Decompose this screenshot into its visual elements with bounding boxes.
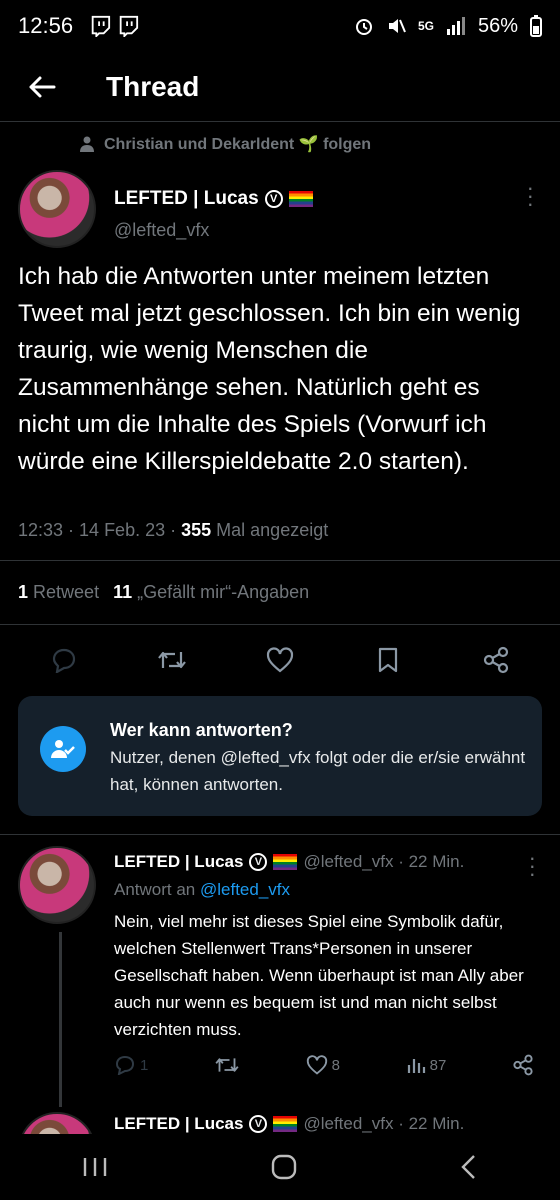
reply-text: Nein, viel mehr ist dieses Spiel eine Sy… [114,912,524,1039]
tweet-actions [0,640,560,680]
like-count: 8 [331,1056,340,1074]
bookmark-icon [378,647,398,673]
tweet-meta: 12:33 · 14 Feb. 23 · 355 Mal angezeigt [18,520,328,541]
person-icon [80,136,94,152]
view-count: 87 [429,1056,447,1074]
network-type: 5G [417,19,434,33]
who-can-reply-card: Wer kann antworten? Nutzer, denen @lefte… [18,696,542,816]
who-can-reply-text: Nutzer, denen @lefted_vfx folgt oder die… [110,748,526,794]
reply-actions: 1 8 87 [114,1054,534,1076]
top-app-bar: Thread [0,52,560,122]
clock: 12:56 [18,13,74,38]
alarm-icon [355,19,372,35]
tweet-author[interactable]: LEFTED | Lucas V @lefted_vfx [114,188,313,241]
main-tweet: LEFTED | Lucas V @lefted_vfx · · · Ich hab… [18,170,542,475]
reply-to-prefix: Antwort an [114,880,200,899]
social-context[interactable]: Christian und Dekarldent 🌱 folgen [80,134,371,154]
back-button[interactable] [22,67,62,107]
author-name: LEFTED | Lucas [114,852,244,871]
likes-count: 11 [113,582,133,602]
retweet-icon [215,1058,239,1072]
retweet-icon [158,651,186,669]
twitch-icon [119,15,139,37]
avatar[interactable] [18,170,96,248]
reply-to-handle[interactable]: @lefted_vfx [200,880,290,899]
tweet-text: Ich hab die Antworten unter meinem letzt… [18,263,521,475]
more-options-button[interactable]: · · · [529,847,536,885]
twitch-icon [91,15,111,37]
battery-level: 56% [477,14,518,37]
battery-icon [530,15,542,37]
reply-header: LEFTED | Lucas V @lefted_vfx · 22 Min. [114,1114,464,1134]
back-nav-button[interactable] [460,1154,478,1180]
mute-icon [388,19,406,33]
page-title: Thread [106,70,200,102]
share-icon [513,1054,533,1076]
home-button[interactable] [271,1154,297,1180]
heart-icon [266,647,294,673]
tweet-timestamp: 12:33 · 14 Feb. 23 · [18,520,182,540]
status-bar: 12:56 5G 56% [0,0,560,52]
views-count: 355 [181,520,212,540]
like-button[interactable]: 8 [306,1054,340,1076]
views-chart-icon [407,1059,425,1073]
retweets-count: 1 [18,582,29,602]
divider [0,834,560,835]
reply-count: 1 [140,1056,149,1074]
thread-line [59,932,62,1107]
divider [0,560,560,561]
chevron-left-icon [461,1155,476,1179]
v-badge-icon: V [264,190,283,208]
home-icon [271,1154,297,1180]
reply-icon [115,1055,135,1075]
rainbow-flag-icon [273,854,298,870]
bookmark-button[interactable] [368,640,408,680]
avatar[interactable] [18,1112,96,1134]
author-name: LEFTED | Lucas [114,1114,244,1133]
handle-time: @lefted_vfx · 22 Min. [303,852,465,871]
reply-header: LEFTED | Lucas V @lefted_vfx · 22 Min. [114,852,464,872]
share-button[interactable] [512,1054,534,1076]
views-button[interactable]: 87 [406,1054,447,1076]
recents-button[interactable] [82,1156,108,1178]
arrow-left-icon [29,76,56,97]
rainbow-flag-icon [273,1116,298,1132]
v-badge-icon: V [249,1115,268,1133]
social-context-text: Christian und Dekarldent 🌱 folgen [104,136,372,153]
reply-button[interactable]: 1 [114,1054,148,1076]
who-can-reply-title: Wer kann antworten? [110,720,293,740]
handle-time: @lefted_vfx · 22 Min. [303,1114,465,1133]
retweet-button[interactable] [214,1054,240,1076]
rainbow-flag-icon [288,191,313,207]
recents-icon [83,1158,106,1176]
retweets-label: Retweet [33,582,100,602]
reply-button[interactable] [44,640,84,680]
system-nav-bar [0,1134,560,1200]
more-options-button[interactable]: · · · [527,177,534,215]
author-name: LEFTED | Lucas [114,188,259,209]
tweet-stats: 1 Retweet 11 „Gefällt mir“-Angaben [18,582,309,603]
signal-icon [446,17,465,35]
author-handle: @lefted_vfx [114,220,210,240]
mention-icon [40,726,86,772]
next-reply-tweet[interactable]: LEFTED | Lucas V @lefted_vfx · 22 Min. [18,1112,542,1134]
reply-to: Antwort an @lefted_vfx [114,880,290,900]
reply-icon [52,648,76,673]
share-icon [483,646,509,674]
likes-label: „Gefällt mir“-Angaben [137,582,310,602]
likes-stat[interactable]: 11 „Gefällt mir“-Angaben [113,582,309,603]
views-label: Mal angezeigt [211,520,329,540]
avatar[interactable] [18,846,96,924]
like-button[interactable] [260,640,300,680]
heart-icon [306,1055,327,1075]
divider [0,624,560,625]
reply-tweet[interactable]: LEFTED | Lucas V @lefted_vfx · 22 Min. ·… [18,846,542,1076]
retweet-button[interactable] [152,640,192,680]
v-badge-icon: V [249,853,268,871]
share-button[interactable] [476,640,516,680]
retweets-stat[interactable]: 1 Retweet [18,582,99,603]
